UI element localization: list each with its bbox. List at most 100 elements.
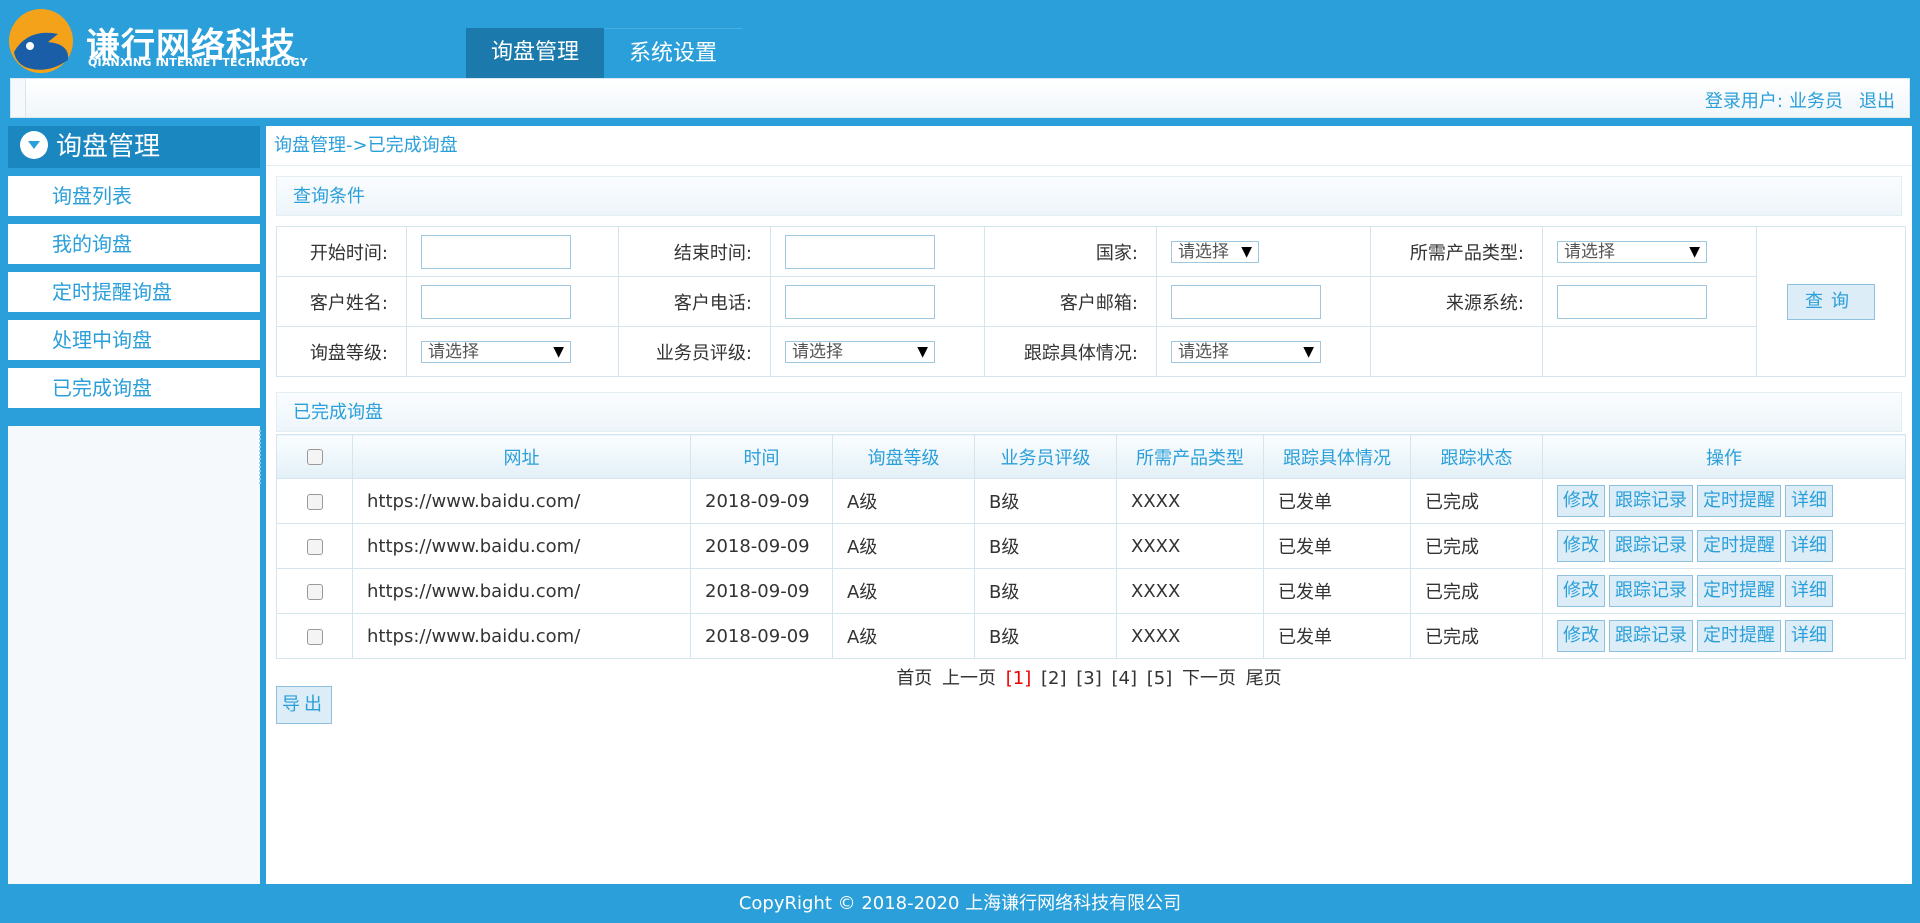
top-nav: 询盘管理 系统设置 — [466, 28, 743, 78]
table-row: https://www.baidu.com/2018-09-09 A级 B级 XXXX… — [276, 568, 1906, 614]
sidebar: 询盘管理 询盘列表 我的询盘 定时提醒询盘 处理中询盘 已完成询盘 — [8, 126, 260, 884]
dropdown-arrow-icon: ▼ — [1303, 343, 1314, 360]
row-product-type: XXXX — [1116, 613, 1264, 659]
brand-subtitle: QIANXING INTERNET TECHNOLOGY — [88, 56, 308, 69]
detail-button[interactable]: 详细 — [1785, 620, 1833, 652]
reminder-button[interactable]: 定时提醒 — [1697, 575, 1781, 607]
edit-button[interactable]: 修改 — [1557, 530, 1605, 562]
col-url[interactable]: 网址 — [352, 434, 691, 479]
product-type-cell: 请选择 ▼ — [1542, 226, 1757, 277]
header: 谦行网络科技 QIANXING INTERNET TECHNOLOGY 询盘管理… — [0, 0, 1920, 78]
row-url: https://www.baidu.com/ — [352, 613, 691, 659]
source-system-cell — [1542, 276, 1757, 327]
pager-page-4[interactable]: [4] — [1111, 668, 1137, 689]
country-label: 国家: — [984, 226, 1157, 277]
detail-button[interactable]: 详细 — [1785, 485, 1833, 517]
row-actions: 修改 跟踪记录 定时提醒 详细 — [1542, 613, 1906, 659]
pager-next[interactable]: 下一页 — [1182, 668, 1236, 689]
sidebar-item-inquiry-list[interactable]: 询盘列表 — [8, 176, 260, 216]
col-inquiry-level[interactable]: 询盘等级 — [832, 434, 975, 479]
reminder-button[interactable]: 定时提醒 — [1697, 620, 1781, 652]
sales-rating-select[interactable]: 请选择 ▼ — [785, 340, 935, 363]
track-record-button[interactable]: 跟踪记录 — [1609, 485, 1693, 517]
row-tracking-detail: 已发单 — [1263, 568, 1411, 614]
export-button[interactable]: 导出 — [276, 686, 332, 724]
tracking-detail-select[interactable]: 请选择 ▼ — [1171, 340, 1321, 363]
row-checkbox[interactable] — [306, 538, 323, 555]
row-checkbox[interactable] — [306, 493, 323, 510]
breadcrumb: 询盘管理->已完成询盘 — [266, 126, 1912, 166]
col-product-type[interactable]: 所需产品类型 — [1116, 434, 1264, 479]
customer-phone-label: 客户电话: — [618, 276, 771, 327]
start-time-input[interactable] — [421, 234, 571, 269]
reminder-button[interactable]: 定时提醒 — [1697, 530, 1781, 562]
sidebar-item-my-inquiry[interactable]: 我的询盘 — [8, 224, 260, 264]
col-tracking-status[interactable]: 跟踪状态 — [1410, 434, 1543, 479]
track-record-button[interactable]: 跟踪记录 — [1609, 575, 1693, 607]
inquiry-level-select[interactable]: 请选择 ▼ — [421, 340, 571, 363]
end-time-input[interactable] — [785, 234, 935, 269]
track-record-button[interactable]: 跟踪记录 — [1609, 620, 1693, 652]
pager-last[interactable]: 尾页 — [1246, 668, 1282, 689]
customer-phone-input[interactable] — [785, 284, 935, 319]
customer-name-cell — [406, 276, 619, 327]
userbar-edge — [11, 79, 26, 117]
pager-prev[interactable]: 上一页 — [942, 668, 996, 689]
detail-button[interactable]: 详细 — [1785, 575, 1833, 607]
col-tracking-detail[interactable]: 跟踪具体情况 — [1263, 434, 1411, 479]
edit-button[interactable]: 修改 — [1557, 620, 1605, 652]
row-checkbox[interactable] — [306, 583, 323, 600]
row-date: 2018-09-09 — [690, 523, 833, 569]
pager-page-5[interactable]: [5] — [1147, 668, 1173, 689]
row-inquiry-level: A级 — [832, 523, 975, 569]
row-checkbox[interactable] — [306, 628, 323, 645]
main-panel: 询盘管理->已完成询盘 查询条件 开始时间: 结束时间: 国家: 请选择 ▼ 所需… — [266, 126, 1912, 884]
tab-inquiry-management[interactable]: 询盘管理 — [466, 28, 605, 78]
edit-button[interactable]: 修改 — [1557, 485, 1605, 517]
footer: CopyRight © 2018-2020 上海谦行网络科技有限公司 — [0, 884, 1920, 923]
splitter-handle[interactable] — [259, 430, 265, 484]
tab-system-settings[interactable]: 系统设置 — [604, 28, 743, 78]
logout-link[interactable]: 退出 — [1859, 91, 1895, 112]
row-date: 2018-09-09 — [690, 613, 833, 659]
logo-icon — [9, 9, 73, 73]
col-actions: 操作 — [1542, 434, 1906, 479]
sidebar-title[interactable]: 询盘管理 — [8, 126, 260, 168]
product-type-select-value: 请选择 — [1564, 241, 1615, 262]
pager-page-3[interactable]: [3] — [1076, 668, 1102, 689]
sidebar-item-processing[interactable]: 处理中询盘 — [8, 320, 260, 360]
sidebar-item-completed[interactable]: 已完成询盘 — [8, 368, 260, 408]
username: 业务员 — [1789, 91, 1843, 112]
inquiry-level-label: 询盘等级: — [276, 326, 407, 377]
track-record-button[interactable]: 跟踪记录 — [1609, 530, 1693, 562]
customer-name-input[interactable] — [421, 284, 571, 319]
edit-button[interactable]: 修改 — [1557, 575, 1605, 607]
row-sales-rating: B级 — [974, 568, 1117, 614]
country-select[interactable]: 请选择 ▼ — [1171, 240, 1259, 263]
col-sales-rating[interactable]: 业务员评级 — [974, 434, 1117, 479]
table-header-row: 网址 时间 询盘等级 业务员评级 所需产品类型 跟踪具体情况 跟踪状态 操作 — [276, 434, 1906, 479]
row-actions: 修改 跟踪记录 定时提醒 详细 — [1542, 568, 1906, 614]
row-checkbox-cell — [276, 523, 353, 569]
pager-page-2[interactable]: [2] — [1041, 668, 1067, 689]
product-type-select[interactable]: 请选择 ▼ — [1557, 240, 1707, 263]
row-product-type: XXXX — [1116, 478, 1264, 524]
pager-page-1[interactable]: [1] — [1006, 668, 1032, 689]
query-button[interactable]: 查询 — [1787, 283, 1875, 320]
dropdown-arrow-icon: ▼ — [917, 343, 928, 360]
select-all-checkbox[interactable] — [306, 449, 323, 465]
customer-email-input[interactable] — [1171, 284, 1321, 319]
dropdown-arrow-icon: ▼ — [553, 343, 564, 360]
source-system-input[interactable] — [1557, 284, 1707, 319]
customer-phone-cell — [770, 276, 985, 327]
pagination: 首页 上一页 [1] [2] [3] [4] [5] 下一页 尾页 — [266, 664, 1912, 690]
empty-cell — [1370, 326, 1543, 377]
col-time[interactable]: 时间 — [690, 434, 833, 479]
row-tracking-status: 已完成 — [1410, 568, 1543, 614]
detail-button[interactable]: 详细 — [1785, 530, 1833, 562]
sidebar-item-reminder[interactable]: 定时提醒询盘 — [8, 272, 260, 312]
row-product-type: XXXX — [1116, 568, 1264, 614]
reminder-button[interactable]: 定时提醒 — [1697, 485, 1781, 517]
sidebar-title-label: 询盘管理 — [56, 132, 161, 162]
pager-first[interactable]: 首页 — [896, 668, 932, 689]
